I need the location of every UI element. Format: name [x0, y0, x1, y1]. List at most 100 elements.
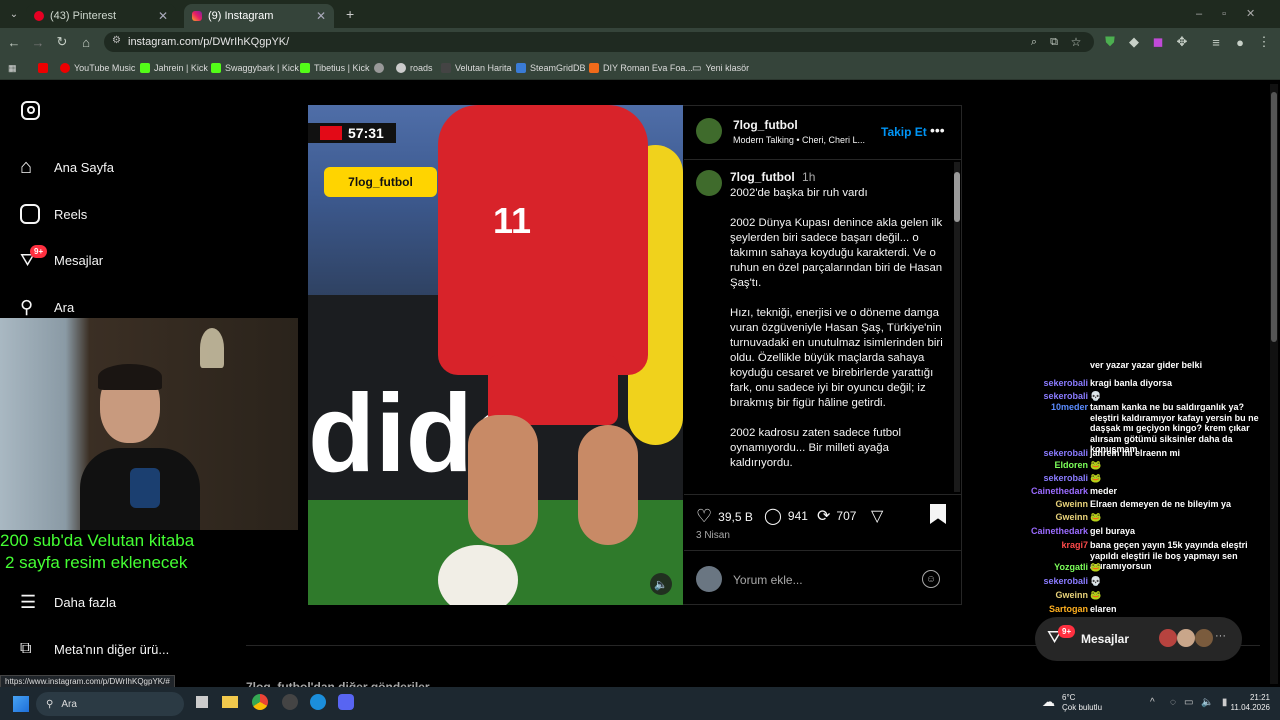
- menu-icon[interactable]: ⋮: [1256, 34, 1272, 50]
- install-icon[interactable]: ⧉: [1046, 34, 1062, 50]
- chat-message: sekerobali 🐸: [1000, 473, 1270, 484]
- meta-grid-icon: ⧉: [20, 640, 32, 657]
- bookmark-youtube-music[interactable]: YouTube Music: [60, 60, 135, 76]
- apps-icon[interactable]: ▦: [8, 60, 17, 76]
- weather-icon[interactable]: ☁: [1042, 694, 1055, 710]
- system-tray-icons[interactable]: ◌▭🔈▮: [1170, 697, 1235, 708]
- repost-button[interactable]: ⟳ 707: [817, 506, 856, 526]
- bookmark-folder[interactable]: ▭ Yeni klasör: [692, 60, 749, 76]
- share-button[interactable]: ▽: [871, 506, 883, 526]
- globe-icon[interactable]: [374, 60, 384, 76]
- clock[interactable]: 21:21 11.04.2026: [1228, 693, 1270, 713]
- chat-text: Elraen demeyen de ne bileyim ya: [1090, 499, 1232, 509]
- comment-button[interactable]: ◯ 941: [764, 506, 808, 526]
- post-video[interactable]: dida 11 57:31 7log_futbol 🔈: [308, 105, 683, 605]
- shield-icon[interactable]: ⛊: [1102, 34, 1118, 50]
- new-tab-button[interactable]: +: [346, 6, 354, 22]
- tray-overflow-icon[interactable]: ^: [1150, 697, 1155, 708]
- bookmark-swaggybark[interactable]: Swaggybark | Kick: [211, 60, 299, 76]
- audio-track[interactable]: Modern Talking • Cheri, Cheri L...: [733, 135, 865, 145]
- messages-widget[interactable]: ⛛ 9+ Mesajlar ···: [1035, 617, 1242, 661]
- reload-icon[interactable]: ↻: [54, 34, 70, 50]
- puzzle-icon[interactable]: ✥: [1174, 34, 1190, 50]
- post-author-username[interactable]: 7log_futbol: [733, 118, 798, 132]
- chat-text: jahrein mi elraenn mi: [1090, 448, 1181, 458]
- instagram-logo-icon[interactable]: [21, 101, 40, 120]
- tab-search-icon[interactable]: ⌄: [6, 6, 22, 22]
- chat-message: sekerobali kragi banla diyorsa: [1000, 378, 1270, 389]
- notification-badge: 9+: [1058, 625, 1076, 638]
- file-explorer-icon[interactable]: [222, 696, 238, 708]
- bookmark-roads[interactable]: roads: [396, 60, 433, 76]
- taskbar-search[interactable]: ⚲ Ara: [36, 692, 184, 716]
- lamp: [200, 328, 224, 368]
- site-info-icon[interactable]: ⚙: [112, 35, 121, 46]
- discord-icon[interactable]: [338, 694, 354, 710]
- youtube-icon[interactable]: [38, 60, 48, 76]
- tab-label: (43) Pinterest: [50, 10, 117, 22]
- tab-instagram[interactable]: (9) Instagram ✕: [184, 4, 334, 28]
- like-button[interactable]: ♡ 39,5 B: [696, 506, 753, 527]
- chat-username: sekerobali: [1043, 378, 1088, 388]
- app-icon[interactable]: [310, 694, 326, 710]
- chat-text: gel buraya: [1090, 526, 1136, 536]
- chat-text: kragi banla diyorsa: [1090, 378, 1173, 388]
- chat-text: 💀: [1090, 576, 1102, 586]
- scoreboard: 57:31: [308, 123, 396, 143]
- task-view-icon[interactable]: [196, 696, 208, 708]
- close-tab-icon[interactable]: ✕: [158, 9, 168, 23]
- window-controls[interactable]: –▫✕: [1196, 7, 1275, 20]
- turkey-flag-icon: [320, 126, 342, 140]
- messages-label: Mesajlar: [1081, 632, 1130, 646]
- bookmark-tibetius[interactable]: Tibetius | Kick: [300, 60, 370, 76]
- follow-button[interactable]: Takip Et: [881, 125, 927, 139]
- home-icon[interactable]: ⌂: [78, 34, 94, 50]
- player-number: 11: [493, 200, 532, 241]
- sidebar-item-meta[interactable]: ⧉ Meta'nın diğer ürü...: [20, 634, 169, 664]
- scrollbar[interactable]: [954, 162, 960, 492]
- sidebar-item-home[interactable]: ⌂ Ana Sayfa: [20, 152, 114, 182]
- bookmark-diy-roman[interactable]: DIY Roman Eva Foa...: [589, 60, 693, 76]
- stream-chat-overlay: ver yazar yazar gider belki sekerobali kra…: [1000, 360, 1270, 620]
- avatar[interactable]: [696, 118, 722, 144]
- emoji-icon[interactable]: ☺: [922, 570, 940, 588]
- comment-input[interactable]: Yorum ekle...: [733, 573, 803, 587]
- bookmark-steamgriddb[interactable]: SteamGridDB: [516, 60, 586, 76]
- search-icon: ⚲: [46, 698, 54, 710]
- page-scrollbar[interactable]: [1270, 84, 1278, 684]
- zoom-icon[interactable]: ⌕: [1026, 34, 1042, 50]
- tab-pinterest[interactable]: (43) Pinterest ✕: [26, 4, 176, 28]
- profile-icon[interactable]: ●: [1232, 34, 1248, 50]
- chat-text: 🐸: [1090, 473, 1102, 483]
- stream-overlay-text: 2 sayfa resim eklenecek: [5, 553, 188, 572]
- address-bar[interactable]: ⚙ instagram.com/p/DWrIhKQgpYK/: [104, 32, 1094, 52]
- star-icon[interactable]: ☆: [1068, 34, 1084, 50]
- back-icon[interactable]: ←: [6, 34, 22, 50]
- sidebar-item-more[interactable]: ☰ Daha fazla: [20, 587, 116, 617]
- windows-start-icon[interactable]: [13, 696, 29, 712]
- url-text: instagram.com/p/DWrIhKQgpYK/: [128, 36, 290, 48]
- forward-icon[interactable]: →: [30, 34, 46, 50]
- stream-overlay-text: 200 sub'da Velutan kitaba: [0, 531, 195, 550]
- avatar[interactable]: [696, 170, 722, 196]
- media-icon[interactable]: ≡: [1208, 34, 1224, 50]
- extension-icon[interactable]: ◆: [1126, 34, 1142, 50]
- more-options-icon[interactable]: •••: [930, 122, 945, 138]
- close-tab-icon[interactable]: ✕: [316, 9, 326, 23]
- extension-icon[interactable]: ◼: [1150, 34, 1166, 50]
- avatar: [1177, 629, 1195, 647]
- chrome-icon[interactable]: [252, 694, 268, 710]
- bookmark-velutan-harita[interactable]: Velutan Harita: [441, 60, 512, 76]
- app-icon[interactable]: [282, 694, 298, 710]
- tab-label: (9) Instagram: [208, 10, 274, 22]
- weather-widget[interactable]: 6°C Çok bulutlu: [1062, 693, 1102, 713]
- sidebar-item-reels[interactable]: Reels: [20, 199, 87, 229]
- audio-toggle-icon[interactable]: 🔈: [650, 573, 672, 595]
- share-icon: ▽: [871, 508, 884, 525]
- post-date: 3 Nisan: [696, 530, 730, 541]
- bookmark-jahrein[interactable]: Jahrein | Kick: [140, 60, 208, 76]
- microphone: [130, 468, 160, 508]
- more-options-icon: ···: [1215, 630, 1226, 642]
- chat-message: sekerobali jahrein mi elraenn mi: [1000, 448, 1270, 459]
- chat-text: 🐸: [1090, 460, 1102, 470]
